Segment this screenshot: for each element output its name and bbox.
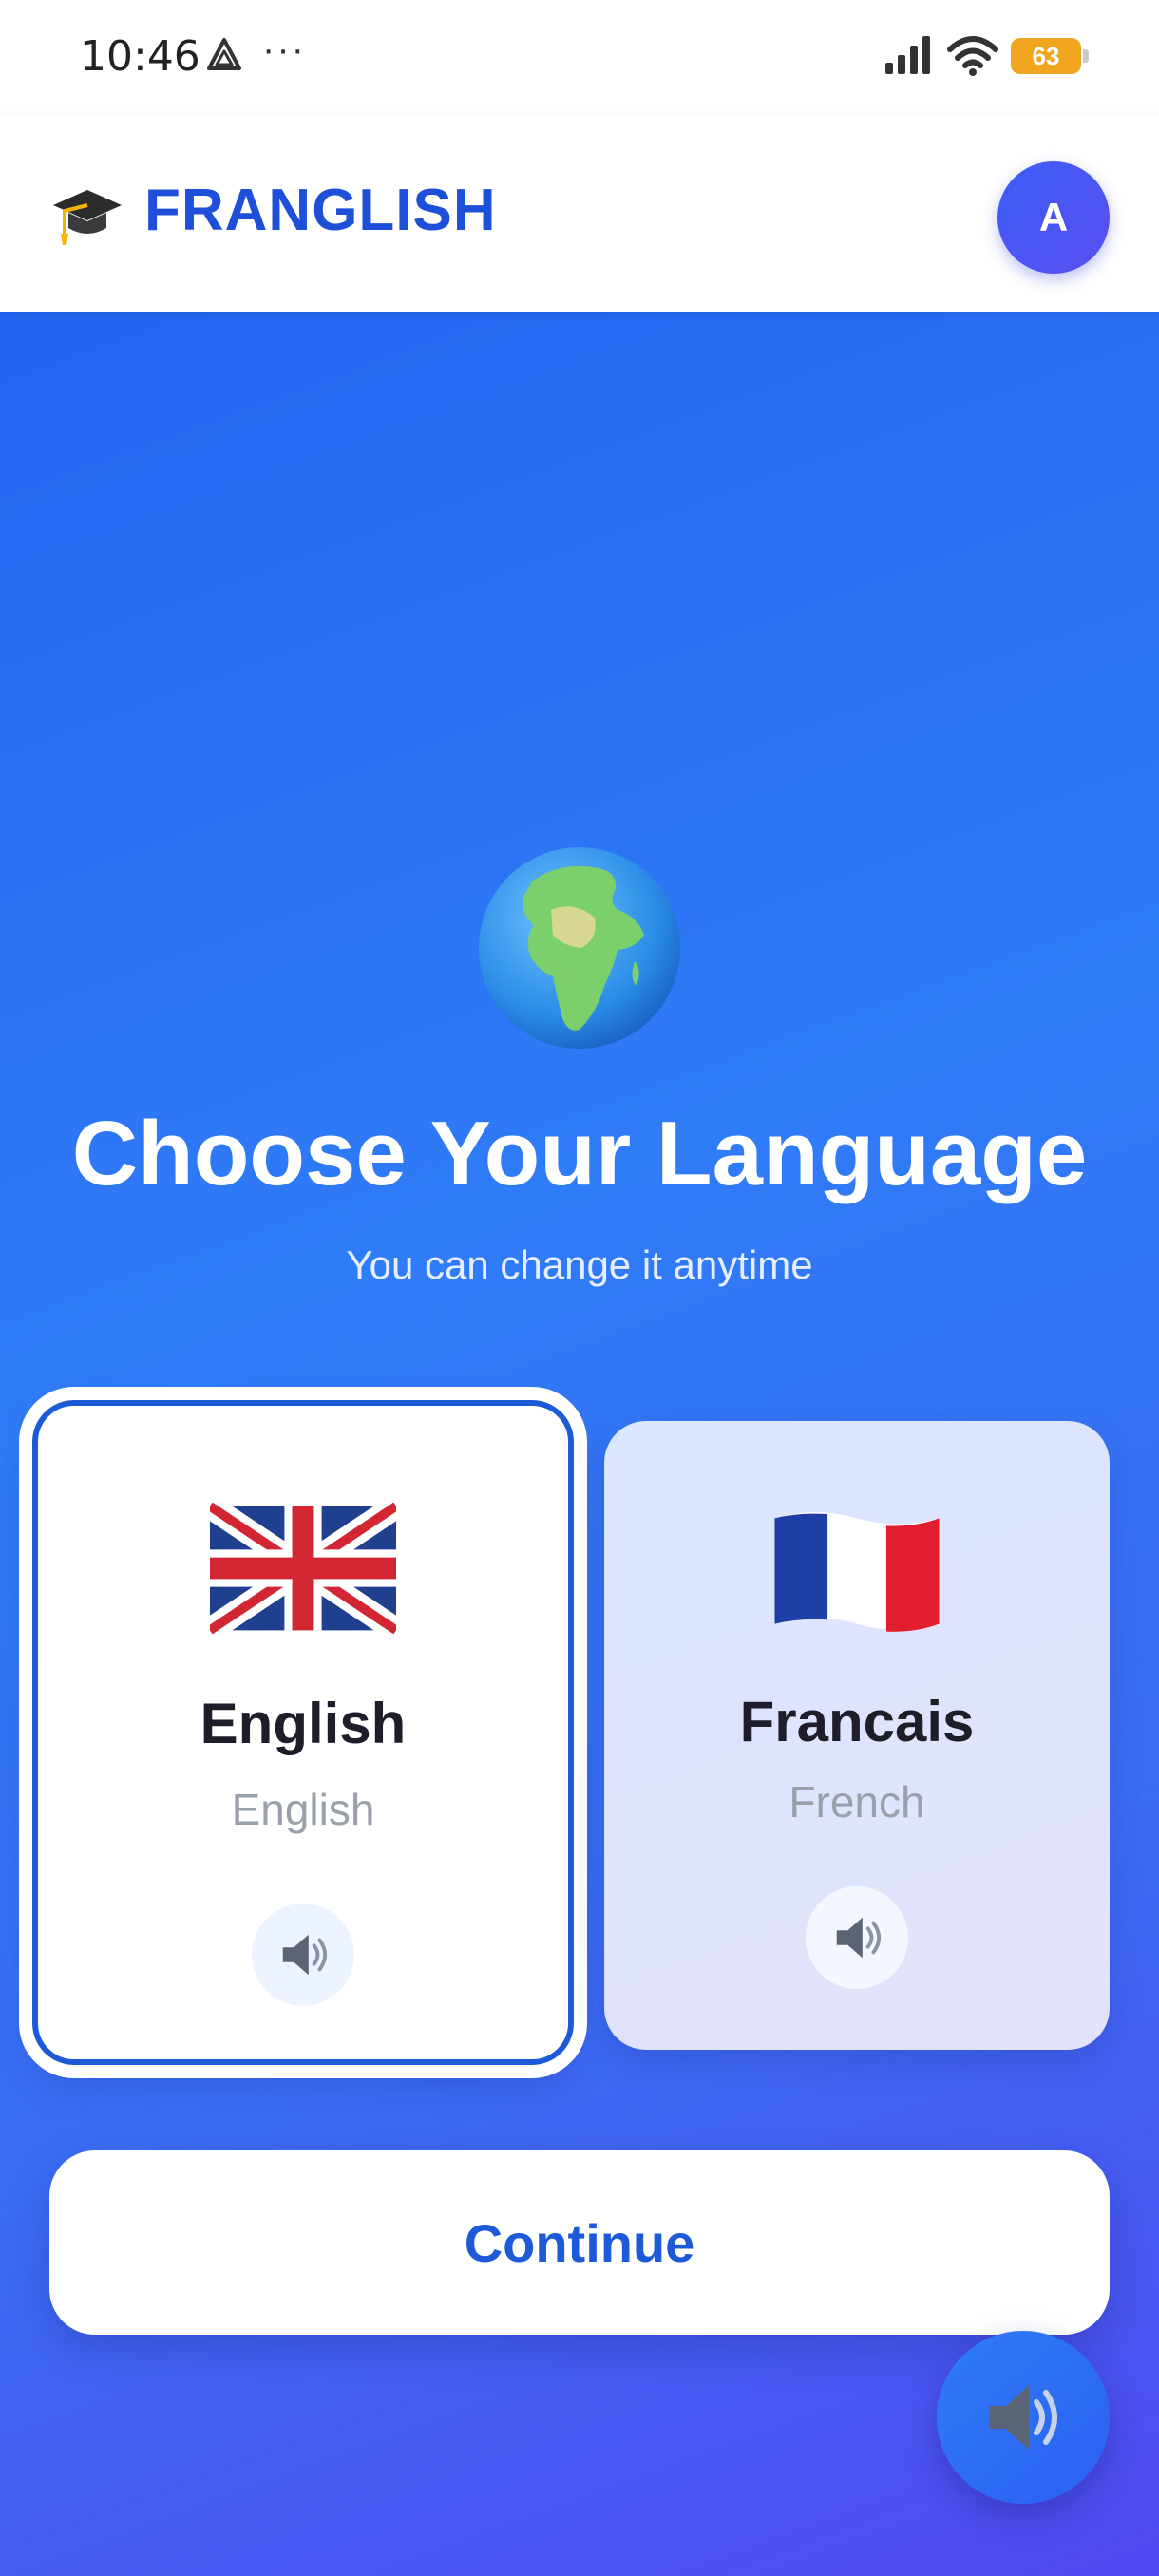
continue-label: Continue xyxy=(464,2212,695,2273)
speaker-icon xyxy=(836,1917,882,1959)
uk-flag-icon xyxy=(210,1501,396,1636)
graduation-cap-icon xyxy=(53,190,122,245)
language-card-english[interactable]: English English xyxy=(32,1400,574,2065)
page-subtitle: You can change it anytime xyxy=(346,1242,813,1287)
status-time: 10:46 xyxy=(80,32,200,81)
page-title: Choose Your Language xyxy=(71,1103,1088,1204)
main-content: Choose Your Language You can change it a… xyxy=(0,312,1159,2576)
status-more-icon: ··· xyxy=(262,28,306,70)
speaker-icon xyxy=(989,2385,1057,2450)
globe-icon xyxy=(479,847,680,1049)
app-header: FRANGLISH A xyxy=(0,114,1159,312)
speaker-icon xyxy=(282,1934,328,1976)
avatar-letter: A xyxy=(1038,195,1069,239)
language-subtitle: French xyxy=(788,1777,925,1827)
wifi-icon xyxy=(947,36,998,76)
language-subtitle: English xyxy=(231,1785,375,1834)
avatar[interactable]: A xyxy=(998,161,1110,274)
france-flag-icon xyxy=(774,1512,940,1632)
language-name: English xyxy=(200,1692,407,1755)
continue-button[interactable]: Continue xyxy=(49,2150,1110,2335)
status-bar: 10:46 ··· 63 xyxy=(0,0,1159,114)
speak-french-button[interactable] xyxy=(806,1886,908,1989)
language-card-french[interactable]: Francais French xyxy=(604,1421,1110,2050)
battery-level: 63 xyxy=(1032,42,1060,70)
battery-indicator: 63 xyxy=(1011,38,1089,74)
audio-fab-button[interactable] xyxy=(937,2331,1110,2504)
language-name: Francais xyxy=(739,1690,975,1753)
speak-english-button[interactable] xyxy=(252,1904,354,2006)
signal-icon xyxy=(885,36,930,74)
brand-name: FRANGLISH xyxy=(144,178,497,243)
app-notification-icon xyxy=(207,38,241,70)
